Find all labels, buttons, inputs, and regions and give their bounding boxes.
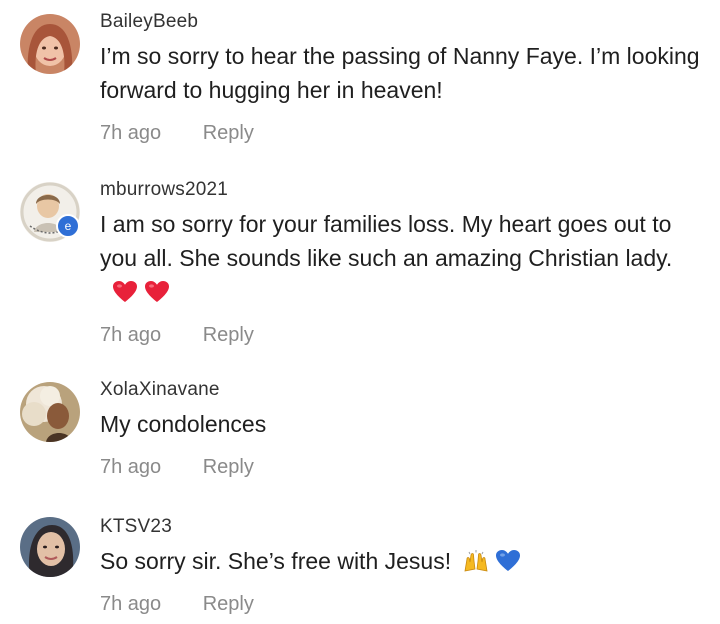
raising-hands-icon bbox=[463, 549, 489, 573]
timestamp: 7h ago bbox=[100, 122, 162, 144]
avatar[interactable] bbox=[20, 14, 80, 74]
verified-badge-icon: e bbox=[56, 214, 80, 238]
red-heart-icon bbox=[144, 280, 170, 304]
reply-button[interactable]: Reply bbox=[203, 592, 254, 616]
blue-heart-icon bbox=[495, 549, 521, 573]
comment-meta: 7h ago Reply bbox=[100, 121, 700, 145]
username[interactable]: XolaXinavane bbox=[100, 378, 700, 402]
comment-body: XolaXinavane My condolences 7h ago Reply bbox=[100, 378, 700, 479]
timestamp: 7h ago bbox=[100, 593, 162, 615]
timestamp: 7h ago bbox=[100, 456, 162, 478]
reply-button[interactable]: Reply bbox=[203, 121, 254, 145]
comment-text: So sorry sir. She’s free with Jesus! bbox=[100, 544, 700, 578]
comment-meta: 7h ago Reply bbox=[100, 592, 700, 616]
red-heart-icon bbox=[112, 280, 138, 304]
comment-meta: 7h ago Reply bbox=[100, 323, 700, 347]
comment-body: mburrows2021 I am so sorry for your fami… bbox=[100, 178, 700, 347]
comment-meta: 7h ago Reply bbox=[100, 455, 700, 479]
username[interactable]: BaileyBeeb bbox=[100, 10, 700, 34]
timestamp: 7h ago bbox=[100, 324, 162, 346]
comment-body: KTSV23 So sorry sir. She’s free with Jes… bbox=[100, 515, 700, 616]
comment-text: My condolences bbox=[100, 411, 267, 437]
comment-text-content: I am so sorry for your families loss. My… bbox=[100, 211, 673, 271]
comment-text: I’m so sorry to hear the passing of Nann… bbox=[100, 43, 700, 103]
comment-text: I am so sorry for your families loss. My… bbox=[100, 207, 700, 309]
avatar[interactable] bbox=[20, 382, 80, 442]
comment-text-content: So sorry sir. She’s free with Jesus! bbox=[100, 548, 452, 574]
avatar[interactable] bbox=[20, 517, 80, 577]
reply-button[interactable]: Reply bbox=[203, 455, 254, 479]
username[interactable]: mburrows2021 bbox=[100, 178, 700, 202]
comment-body: BaileyBeeb I’m so sorry to hear the pass… bbox=[100, 10, 700, 145]
username[interactable]: KTSV23 bbox=[100, 515, 700, 539]
reply-button[interactable]: Reply bbox=[203, 323, 254, 347]
